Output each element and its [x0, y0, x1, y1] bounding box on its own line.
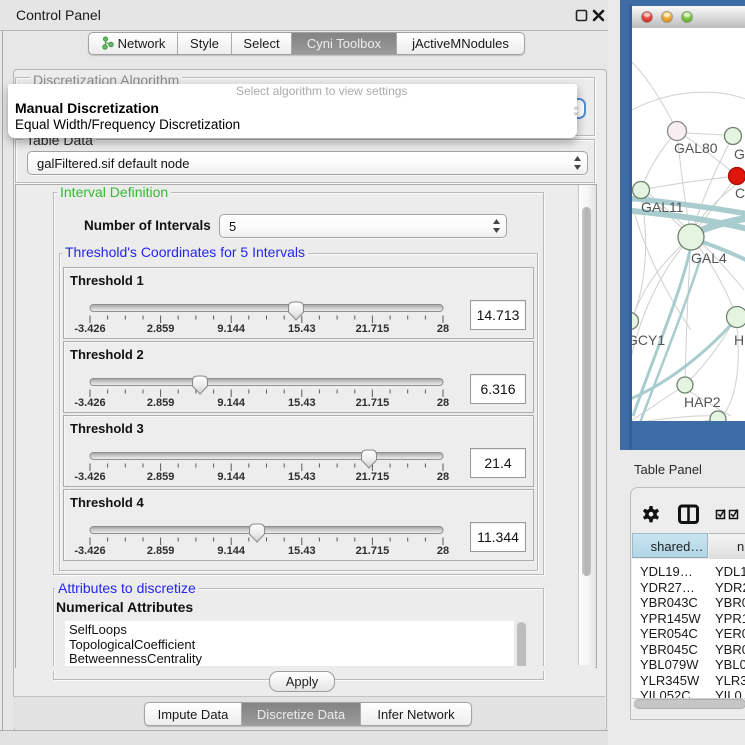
svg-text:GAL80: GAL80: [674, 140, 718, 156]
svg-text:2.859: 2.859: [147, 397, 175, 409]
svg-text:21.715: 21.715: [356, 471, 390, 483]
svg-text:28: 28: [437, 471, 449, 483]
svg-text:2.859: 2.859: [147, 545, 175, 557]
svg-text:-3.426: -3.426: [74, 545, 105, 557]
svg-text:28: 28: [437, 323, 449, 335]
svg-text:28: 28: [437, 397, 449, 409]
svg-text:2.859: 2.859: [147, 323, 175, 335]
svg-text:21.715: 21.715: [356, 397, 390, 409]
svg-text:-3.426: -3.426: [74, 397, 105, 409]
svg-text:9.144: 9.144: [217, 397, 245, 409]
svg-text:HI: HI: [734, 332, 745, 348]
svg-text:9.144: 9.144: [217, 471, 245, 483]
svg-text:15.43: 15.43: [288, 397, 316, 409]
svg-text:21.715: 21.715: [356, 323, 390, 335]
svg-text:-3.426: -3.426: [74, 323, 105, 335]
svg-text:28: 28: [437, 545, 449, 557]
svg-text:-3.426: -3.426: [74, 471, 105, 483]
svg-text:GAL: GAL: [734, 146, 745, 162]
svg-text:GAL4: GAL4: [691, 250, 727, 266]
svg-text:GCY1: GCY1: [632, 332, 665, 348]
svg-text:HAP2: HAP2: [684, 394, 721, 410]
svg-text:15.43: 15.43: [288, 471, 316, 483]
svg-text:2.859: 2.859: [147, 471, 175, 483]
svg-text:15.43: 15.43: [288, 545, 316, 557]
svg-text:21.715: 21.715: [356, 545, 390, 557]
svg-text:CY: CY: [735, 185, 745, 201]
svg-text:9.144: 9.144: [217, 545, 245, 557]
svg-text:15.43: 15.43: [288, 323, 316, 335]
svg-text:GAL11: GAL11: [641, 199, 684, 215]
svg-text:9.144: 9.144: [217, 323, 245, 335]
